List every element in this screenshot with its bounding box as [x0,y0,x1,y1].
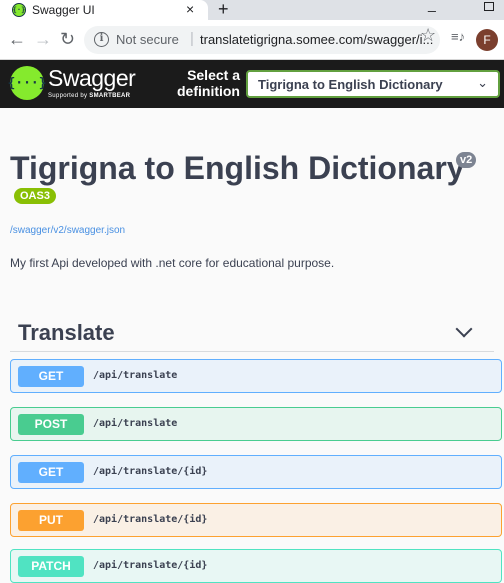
chevron-down-icon[interactable] [455,320,473,338]
chevron-down-icon: ⌄ [477,75,488,90]
api-description: My first Api developed with .net core fo… [10,256,335,270]
operation-path: /api/translate/{id} [93,514,208,525]
supported-by-text: Supported by SMARTBEAR [48,93,130,99]
method-badge: GET [18,366,84,387]
tab-title: Swagger UI [32,3,95,17]
definition-select[interactable]: Tigrigna to English Dictionary ⌄ [246,70,500,98]
url-divider: | [190,30,194,47]
opblock-post-translate[interactable]: POST /api/translate [10,407,502,441]
reload-icon[interactable]: ↻ [60,29,75,50]
method-badge: PUT [18,510,84,531]
method-badge: POST [18,414,84,435]
bookmark-star-icon[interactable]: ☆ [420,25,436,46]
method-badge: GET [18,462,84,483]
new-tab-icon[interactable]: + [218,0,229,20]
swagger-favicon-icon: {·} [12,3,26,17]
operation-path: /api/translate [93,418,178,429]
swagger-topbar: {···} Swagger Supported by SMARTBEAR Sel… [0,60,504,108]
swagger-logo-icon[interactable]: {···} [7,66,47,100]
operation-path: /api/translate [93,370,178,381]
supported-by-prefix: Supported by [48,93,90,99]
smartbear-brand: SMARTBEAR [89,93,131,99]
operation-path: /api/translate/{id} [93,560,208,571]
version-badge: v2 [456,152,477,168]
forward-arrow-icon[interactable]: → [34,29,52,50]
back-arrow-icon[interactable]: ← [8,29,26,50]
not-secure-label: Not secure [116,32,179,47]
swagger-logo-text[interactable]: Swagger [48,65,136,92]
profile-avatar[interactable]: F [476,29,498,51]
media-control-icon[interactable]: ≡♪ [451,29,465,44]
close-tab-icon[interactable]: × [186,1,194,17]
select-definition-label: Select a definition [177,67,240,99]
browser-tab[interactable]: {·} Swagger UI × [0,0,208,20]
address-bar[interactable]: i Not secure | translatetigrigna.somee.c… [84,26,440,54]
url-text[interactable]: translatetigrigna.somee.com/swagger/i... [200,32,433,47]
oas-badge: OAS3 [14,188,56,204]
browser-tab-bar: {·} Swagger UI × + _ [0,0,504,20]
opblock-get-translate[interactable]: GET /api/translate [10,359,502,393]
spec-json-link[interactable]: /swagger/v2/swagger.json [10,225,125,236]
info-icon[interactable]: i [94,32,109,47]
opblock-put-translate-id[interactable]: PUT /api/translate/{id} [10,503,502,537]
definition-select-value: Tigrigna to English Dictionary [258,77,443,92]
maximize-icon[interactable] [484,2,494,11]
tag-section-header[interactable]: Translate [10,310,494,352]
api-title: Tigrigna to English Dictionary [10,150,465,186]
opblock-get-translate-id[interactable]: GET /api/translate/{id} [10,455,502,489]
operation-path: /api/translate/{id} [93,466,208,477]
tag-title: Translate [18,320,115,345]
method-badge: PATCH [18,556,84,577]
minimize-icon[interactable]: _ [428,0,436,12]
